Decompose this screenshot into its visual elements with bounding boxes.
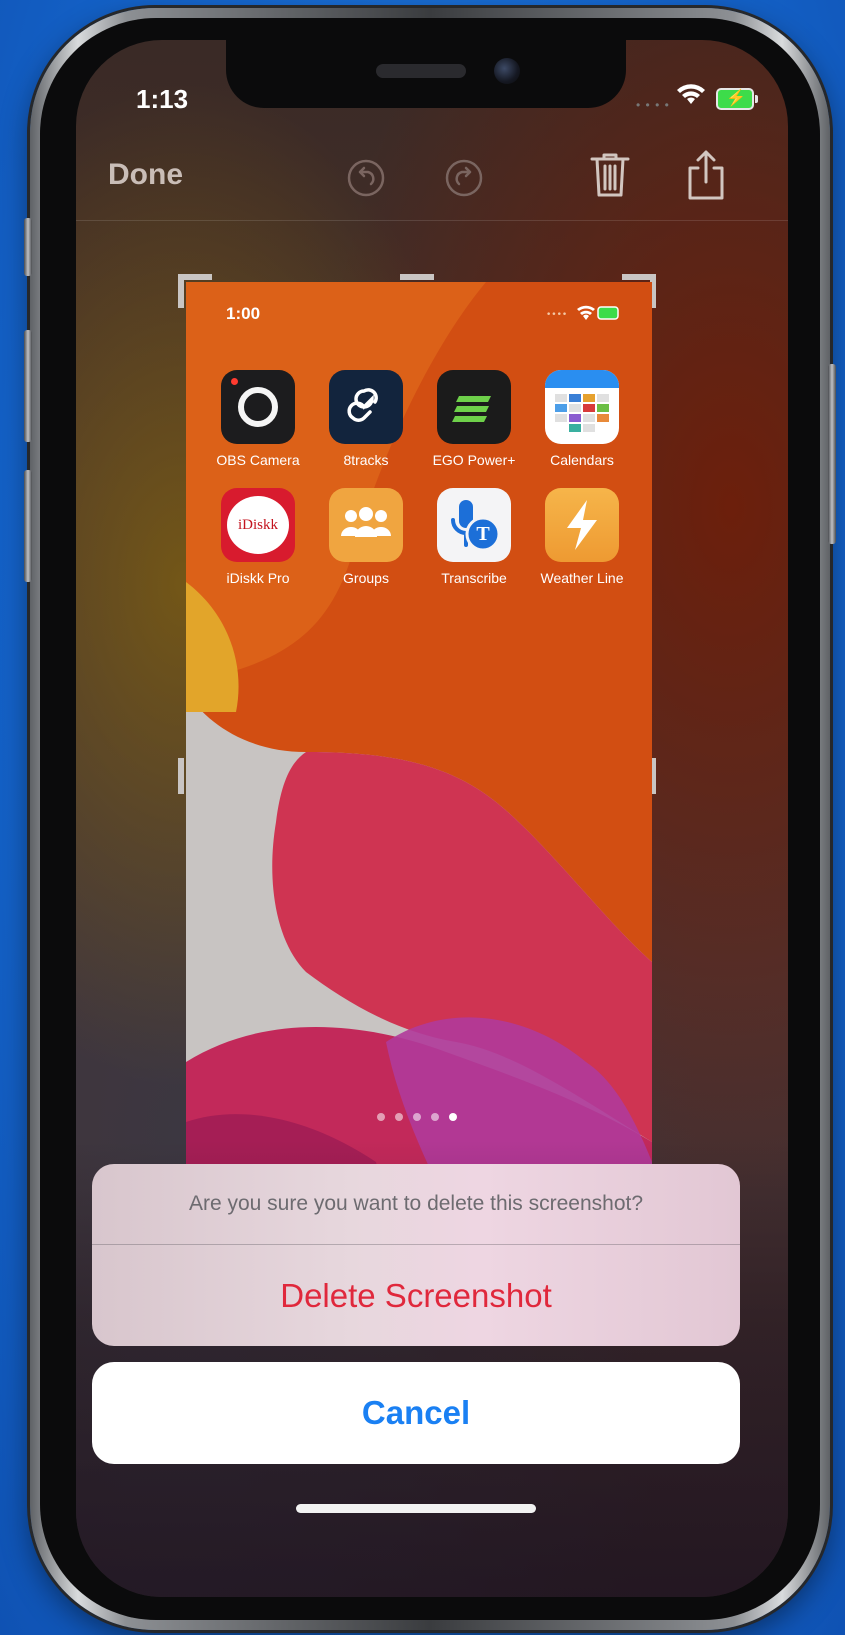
- front-camera: [494, 58, 520, 84]
- done-button[interactable]: Done: [108, 158, 183, 192]
- cellular-signal-icon: • • • •: [636, 98, 670, 112]
- preview-status-icons: ••••: [546, 305, 619, 320]
- app-8tracks[interactable]: 8tracks: [314, 370, 418, 468]
- earpiece-speaker: [376, 64, 466, 78]
- app-label: OBS Camera: [216, 452, 300, 468]
- page-dot: [413, 1113, 421, 1121]
- page-indicator: [372, 1108, 462, 1126]
- notch: [226, 40, 626, 108]
- volume-down-button: [24, 470, 32, 582]
- power-button: [828, 364, 836, 544]
- mute-switch: [24, 218, 32, 276]
- page-dot: [431, 1113, 439, 1121]
- app-groups[interactable]: Groups: [314, 488, 418, 586]
- idiskk-pro-icon: iDiskk: [221, 488, 295, 562]
- crop-handle-left[interactable]: [178, 758, 184, 794]
- app-label: Weather Line: [540, 570, 624, 586]
- trash-icon[interactable]: [588, 150, 632, 200]
- screen: 1:13 • • • • ⚡ Done 1:00 •••• OBS Camera…: [76, 40, 788, 1597]
- volume-up-button: [24, 330, 32, 442]
- groups-icon: [329, 488, 403, 562]
- app-label: Calendars: [550, 452, 614, 468]
- crop-handle-top-left-vertical[interactable]: [178, 274, 184, 308]
- app-idiskk-pro[interactable]: iDiskk iDiskk Pro: [206, 488, 310, 586]
- transcribe-logo-text: T: [476, 523, 490, 545]
- app-calendars[interactable]: Calendars: [530, 370, 634, 468]
- app-label: Transcribe: [441, 570, 507, 586]
- page-dot: [395, 1113, 403, 1121]
- page-dot: [377, 1113, 385, 1121]
- app-label: iDiskk Pro: [226, 570, 290, 586]
- battery-charging-icon: ⚡: [716, 88, 758, 110]
- redo-icon[interactable]: [444, 158, 484, 198]
- ego-power-icon: [437, 370, 511, 444]
- toolbar-divider: [76, 220, 788, 221]
- crop-handle-top[interactable]: [400, 274, 434, 280]
- 8tracks-icon: [329, 370, 403, 444]
- app-ego-power[interactable]: EGO Power+: [422, 370, 526, 468]
- delete-screenshot-button[interactable]: Delete Screenshot: [92, 1245, 740, 1346]
- wifi-icon: [677, 84, 705, 104]
- preview-status-time: 1:00: [226, 304, 261, 323]
- calendars-icon: [545, 370, 619, 444]
- obs-camera-icon: [221, 370, 295, 444]
- share-icon[interactable]: [684, 148, 728, 202]
- action-sheet: Are you sure you want to delete this scr…: [92, 1164, 740, 1346]
- app-transcribe[interactable]: T Transcribe: [422, 488, 526, 586]
- svg-text:••••: ••••: [546, 310, 567, 320]
- idiskk-logo-text: iDiskk: [227, 496, 289, 554]
- action-sheet-message: Are you sure you want to delete this scr…: [188, 1192, 644, 1215]
- status-time: 1:13: [136, 84, 189, 114]
- screenshot-preview[interactable]: 1:00 •••• OBS Camera 8tracks EGO Power+ …: [186, 282, 652, 1202]
- weather-line-icon: [545, 488, 619, 562]
- cancel-button[interactable]: Cancel: [92, 1362, 740, 1464]
- app-label: Groups: [343, 570, 389, 586]
- app-label: EGO Power+: [432, 452, 516, 468]
- app-obs-camera[interactable]: OBS Camera: [206, 370, 310, 468]
- home-indicator[interactable]: [296, 1504, 536, 1513]
- app-label: 8tracks: [343, 452, 389, 468]
- undo-icon[interactable]: [346, 158, 386, 198]
- transcribe-icon: T: [437, 488, 511, 562]
- app-weather-line[interactable]: Weather Line: [530, 488, 634, 586]
- page-dot-active: [449, 1113, 457, 1121]
